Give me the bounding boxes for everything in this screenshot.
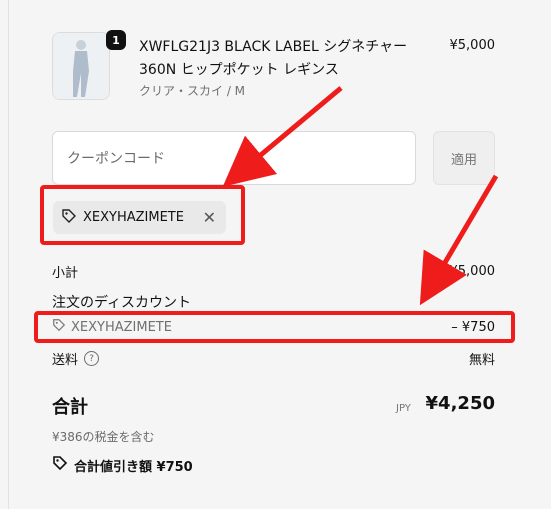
quantity-badge: 1 (106, 30, 126, 50)
shipping-row: 送料 ? 無料 (52, 349, 495, 368)
shipping-text: 送料 (52, 353, 79, 368)
order-summary-panel: 1 XWFLG21J3 BLACK LABEL シグネチャー 360N ヒップポ… (0, 0, 551, 509)
help-icon[interactable]: ? (84, 351, 100, 366)
tax-note: ¥386の税金を含む (52, 430, 155, 444)
discount-value: – ¥750 (451, 319, 495, 335)
subtotal-row: 小計 ¥5,000 (52, 262, 495, 281)
total-amount: ¥4,250 (425, 393, 495, 414)
discount-tag-icon (52, 318, 66, 336)
shipping-label: 送料 ? (52, 349, 100, 368)
discount-label: XEXYHAZIMETE (52, 318, 172, 336)
total-savings: 合計値引き額 ¥750 (52, 455, 193, 475)
tag-icon (61, 208, 77, 228)
applied-discount-chip: XEXYHAZIMETE ✕ (53, 201, 226, 234)
shipping-value: 無料 (468, 353, 495, 368)
total-label: 合計 (52, 397, 88, 418)
product-price: ¥5,000 (449, 38, 496, 53)
discount-code: XEXYHAZIMETE (83, 210, 184, 225)
subtotal-label: 小計 (52, 266, 79, 281)
savings-tag-icon (52, 455, 68, 475)
savings-text: 合計値引き額 ¥750 (74, 459, 193, 475)
product-variant: クリア・スカイ / M (139, 84, 246, 98)
discount-row: XEXYHAZIMETE – ¥750 (52, 318, 495, 336)
product-title: XWFLG21J3 BLACK LABEL シグネチャー 360N ヒップポケッ… (139, 39, 408, 78)
subtotal-value: ¥5,000 (449, 264, 496, 279)
remove-discount-icon[interactable]: ✕ (203, 208, 216, 227)
currency-code: JPY (396, 403, 411, 414)
order-discount-title: 注文のディスカウント (52, 295, 192, 311)
panel-divider (8, 0, 9, 509)
product-thumbnail (52, 32, 110, 100)
apply-coupon-button[interactable]: 適用 (433, 131, 495, 185)
coupon-code-input[interactable]: クーポンコード (52, 131, 416, 185)
discount-code-label: XEXYHAZIMETE (71, 319, 172, 335)
